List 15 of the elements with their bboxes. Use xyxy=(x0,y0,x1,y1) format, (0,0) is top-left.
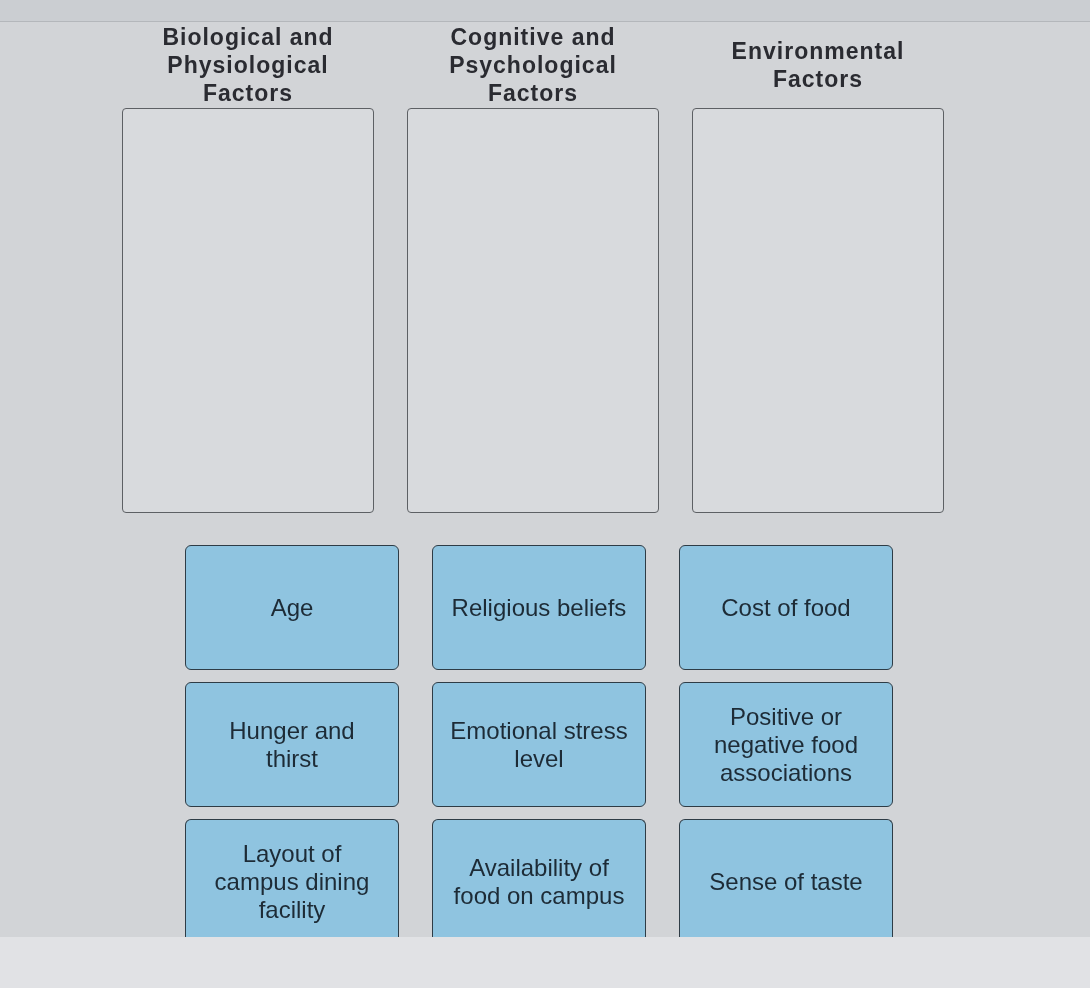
answer-card[interactable]: Religious beliefs xyxy=(432,545,646,670)
answer-card[interactable]: Emotional stress level xyxy=(432,682,646,807)
drop-zone[interactable] xyxy=(122,108,374,513)
answer-card[interactable]: Availability of food on campus xyxy=(432,819,646,937)
answer-card[interactable]: Age xyxy=(185,545,399,670)
answer-card[interactable]: Hunger and thirst xyxy=(185,682,399,807)
answer-card[interactable]: Positive or negative food associations xyxy=(679,682,893,807)
answer-card[interactable]: Layout of campus dining facility xyxy=(185,819,399,937)
drop-zone[interactable] xyxy=(692,108,944,513)
category-heading: Cognitive and Psychological Factors xyxy=(448,23,618,107)
drop-zone[interactable] xyxy=(407,108,659,513)
category-heading: Biological and Physiological Factors xyxy=(161,23,335,107)
answer-card[interactable]: Sense of taste xyxy=(679,819,893,937)
category-heading: Environmental Factors xyxy=(730,37,906,93)
answer-card[interactable]: Cost of food xyxy=(679,545,893,670)
